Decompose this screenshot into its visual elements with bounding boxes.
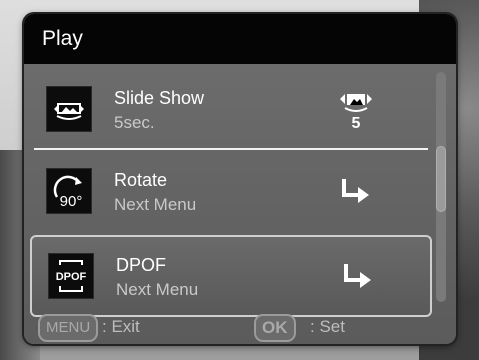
- slideshow-interval-icon: 5: [336, 89, 376, 130]
- right-turn-arrow-icon: [336, 171, 376, 211]
- slideshow-icon: [46, 86, 92, 132]
- menu-title-bar: Play: [24, 14, 456, 64]
- right-turn-arrow-icon: [338, 256, 378, 296]
- menu-item-label: Rotate: [114, 170, 168, 190]
- exit-hint: : Exit: [102, 317, 140, 336]
- menu-item-value: Next Menu: [116, 280, 199, 299]
- set-hint: : Set: [310, 317, 345, 336]
- scrollbar-thumb[interactable]: [436, 146, 446, 212]
- menu-item-rotate[interactable]: 90° Rotate Next Menu: [30, 152, 428, 230]
- menu-footer: MENU : Exit OK : Set: [24, 314, 456, 344]
- menu-title: Play: [42, 27, 83, 50]
- svg-text:90°: 90°: [60, 193, 83, 210]
- svg-text:DPOF: DPOF: [56, 271, 87, 283]
- svg-text:5: 5: [352, 115, 361, 130]
- menu-key-button[interactable]: MENU: [38, 314, 99, 342]
- menu-item-label: DPOF: [116, 255, 167, 275]
- menu-item-dpof[interactable]: DPOF DPOF Next Menu: [30, 235, 432, 317]
- menu-item-slide-show[interactable]: Slide Show 5sec. 5: [30, 70, 428, 148]
- menu-item-label: Slide Show: [114, 88, 205, 108]
- ok-key-button[interactable]: OK: [254, 314, 296, 342]
- rotate-90-icon: 90°: [46, 168, 92, 214]
- scrollbar[interactable]: [436, 72, 446, 302]
- dpof-icon: DPOF: [48, 253, 94, 299]
- menu-item-value: 5sec.: [114, 113, 155, 132]
- row-divider: [34, 148, 428, 150]
- menu-item-value: Next Menu: [114, 195, 197, 214]
- play-menu-panel: Play Slide Show 5sec. 5 90° Rotate Next …: [24, 14, 456, 344]
